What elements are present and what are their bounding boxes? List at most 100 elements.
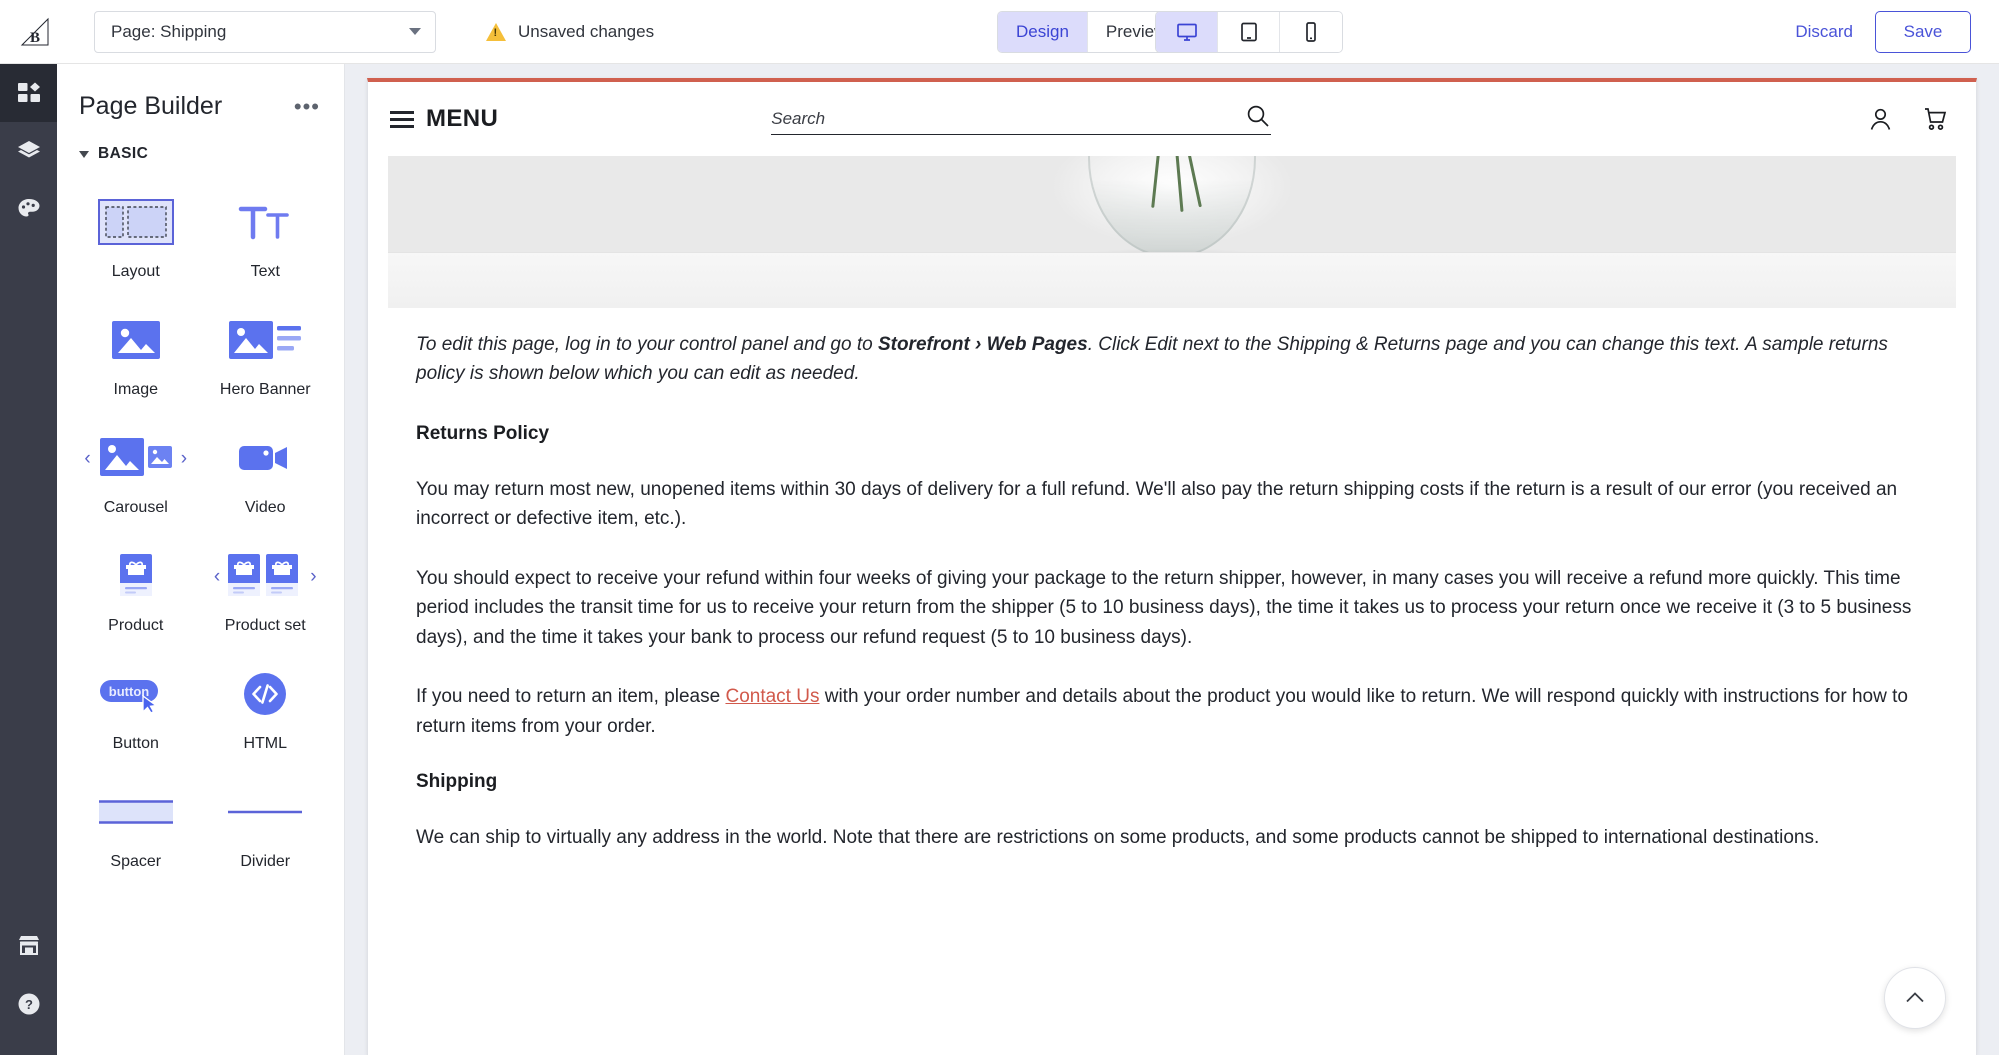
- rail-item-blocks[interactable]: [0, 64, 57, 122]
- rail-item-layers[interactable]: [0, 122, 57, 180]
- divider-widget-icon: [226, 783, 304, 841]
- rail-item-storefront[interactable]: [0, 917, 57, 975]
- product-widget-icon: [114, 547, 158, 605]
- topbar-actions: Discard Save: [1795, 10, 1999, 53]
- widget-label: Video: [244, 499, 286, 516]
- header-icons: [1867, 105, 1948, 133]
- widget-label: Hero Banner: [219, 381, 311, 398]
- widget-text[interactable]: Text: [201, 179, 331, 287]
- help-icon: ?: [18, 993, 39, 1015]
- tablet-view-icon: [1240, 22, 1257, 42]
- widget-divider[interactable]: Divider: [201, 769, 331, 877]
- back-to-top-button[interactable]: [1884, 967, 1946, 1029]
- widget-label: Product set: [224, 617, 306, 634]
- widget-label: Text: [250, 263, 280, 280]
- widget-label: Button: [112, 735, 159, 752]
- rail-item-help[interactable]: ?: [0, 975, 57, 1033]
- user-account-icon[interactable]: [1867, 106, 1894, 133]
- shipping-paragraph-1: We can ship to virtually any address in …: [416, 826, 1820, 848]
- layout-widget-icon: [97, 193, 174, 251]
- carousel-widget-icon: ‹ ›: [84, 429, 187, 487]
- contact-us-link[interactable]: Contact Us: [725, 686, 819, 707]
- panel-header: Page Builder •••: [57, 64, 344, 121]
- widget-label: HTML: [243, 735, 288, 752]
- intro-part1: To edit this page, log in to your contro…: [416, 334, 878, 355]
- widget-label: Spacer: [110, 853, 162, 870]
- widget-layout[interactable]: Layout: [71, 179, 201, 287]
- menu-button[interactable]: MENU: [390, 105, 498, 133]
- device-toggle-group: [1155, 11, 1343, 53]
- chevron-right-icon: ›: [310, 565, 317, 587]
- layers-icon: [17, 141, 40, 158]
- intro-bold: Storefront › Web Pages: [877, 334, 1088, 355]
- returns-paragraph-1: You may return most new, unopened items …: [416, 478, 1898, 530]
- table-surface: [388, 252, 1956, 308]
- widget-label: Layout: [111, 263, 160, 280]
- chevron-left-icon: ‹: [84, 447, 91, 469]
- palette-icon: [18, 199, 39, 217]
- widget-spacer[interactable]: Spacer: [71, 769, 201, 877]
- blocks-icon: [17, 82, 40, 102]
- chevron-up-icon: [1906, 992, 1924, 1003]
- unsaved-changes-indicator: Unsaved changes: [486, 22, 654, 42]
- canvas-area: MENU Search To edit this page, log in to…: [345, 64, 1999, 1055]
- widget-button[interactable]: button Button: [71, 651, 201, 759]
- bigcommerce-logo-icon: B: [20, 17, 49, 46]
- desktop-view-button[interactable]: [1156, 12, 1218, 52]
- search-icon[interactable]: [1245, 103, 1271, 129]
- unsaved-changes-label: Unsaved changes: [518, 21, 655, 41]
- icon-rail: ?: [0, 64, 57, 1055]
- widget-label: Carousel: [103, 499, 168, 516]
- chevron-down-icon: [79, 150, 89, 158]
- save-button[interactable]: Save: [1875, 10, 1971, 53]
- widget-hero-banner[interactable]: Hero Banner: [201, 297, 331, 405]
- video-widget-icon: [235, 429, 295, 487]
- widget-product-set[interactable]: ‹ › Product set: [201, 533, 331, 641]
- text-widget-icon: [235, 193, 295, 251]
- section-basic-header[interactable]: BASIC: [57, 121, 344, 163]
- chevron-right-icon: ›: [180, 447, 188, 469]
- main-area: ? Page Builder ••• BASIC Layout Text Ima…: [0, 64, 1999, 1055]
- panel-more-button[interactable]: •••: [294, 95, 320, 118]
- mobile-view-icon: [1306, 22, 1316, 42]
- top-toolbar: B Page: Shipping Unsaved changes Design …: [0, 0, 1999, 64]
- tab-design[interactable]: Design: [998, 12, 1088, 52]
- desktop-view-icon: [1176, 23, 1197, 41]
- vase-shape: [1088, 156, 1256, 258]
- tablet-view-button[interactable]: [1218, 12, 1280, 52]
- search-input[interactable]: [771, 109, 1102, 129]
- widget-html[interactable]: HTML: [201, 651, 331, 759]
- widget-carousel[interactable]: ‹ › Carousel: [71, 415, 201, 523]
- mobile-view-button[interactable]: [1280, 12, 1342, 52]
- section-basic-label: BASIC: [98, 145, 149, 162]
- discard-button[interactable]: Discard: [1795, 22, 1853, 42]
- storefront-canvas[interactable]: MENU Search To edit this page, log in to…: [367, 78, 1977, 1055]
- rail-item-theme[interactable]: [0, 180, 57, 238]
- search-field[interactable]: [771, 103, 1272, 135]
- product-set-widget-icon: ‹ ›: [214, 547, 317, 605]
- widget-label: Divider: [240, 853, 291, 870]
- returns-p3-before: If you need to return an item, please: [416, 686, 726, 708]
- chevron-left-icon: ‹: [213, 565, 221, 587]
- spacer-widget-icon: [97, 783, 175, 841]
- page-select[interactable]: Page: Shipping: [94, 10, 436, 53]
- warning-triangle-icon: [486, 22, 506, 41]
- page-select-value: Page: Shipping: [111, 21, 227, 41]
- widget-label: Image: [113, 381, 158, 398]
- shopping-cart-icon[interactable]: [1920, 105, 1948, 133]
- widget-product[interactable]: Product: [71, 533, 201, 641]
- menu-label: MENU: [426, 105, 499, 132]
- svg-text:?: ?: [25, 997, 33, 1012]
- widget-grid: Layout Text Image Hero Banner ‹ › Carous…: [57, 163, 344, 897]
- intro-paragraph: To edit this page, log in to your contro…: [416, 330, 1928, 389]
- app-logo[interactable]: B: [0, 0, 70, 64]
- widget-image[interactable]: Image: [71, 297, 201, 405]
- storefront-body: To edit this page, log in to your contro…: [368, 156, 1976, 1055]
- page-title: Page Builder: [79, 92, 223, 120]
- storefront-header: MENU: [368, 82, 1976, 156]
- shipping-heading: Shipping: [416, 770, 498, 792]
- svg-text:B: B: [30, 30, 40, 46]
- hero-banner-widget-icon: [227, 311, 303, 369]
- widget-video[interactable]: Video: [201, 415, 331, 523]
- returns-paragraph-2: You should expect to receive your refund…: [416, 567, 1912, 648]
